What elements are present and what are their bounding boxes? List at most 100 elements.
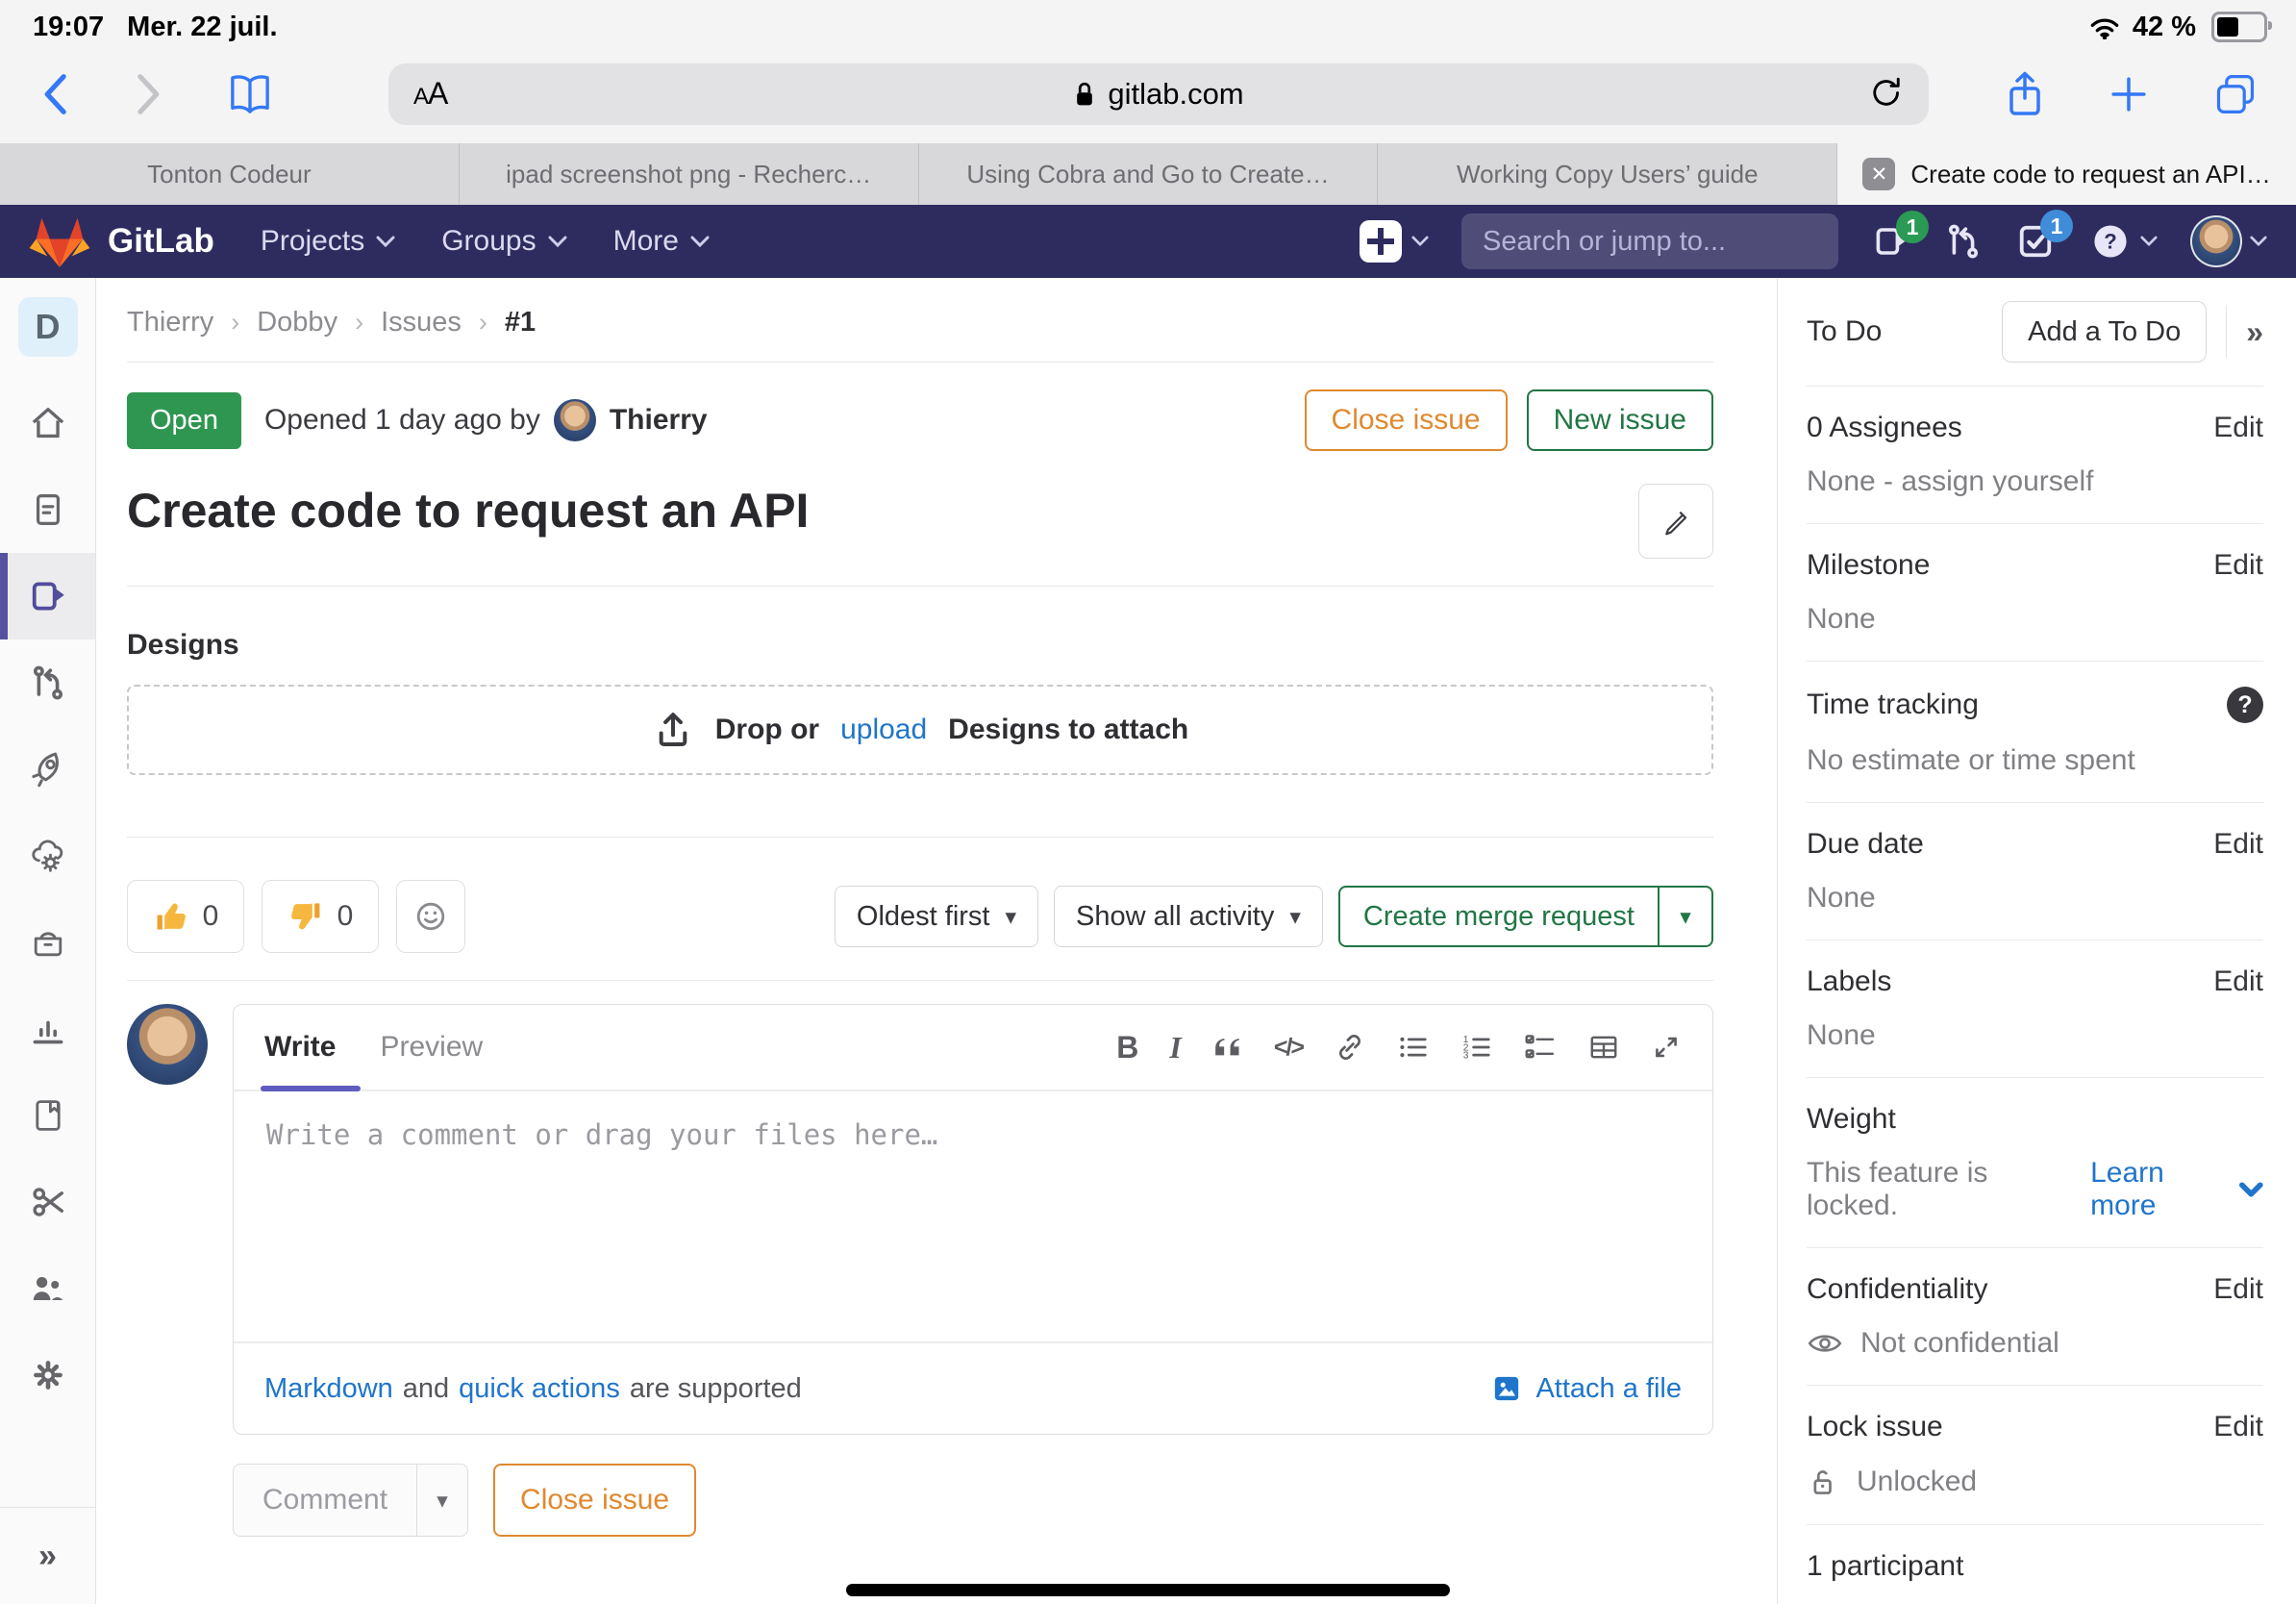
author-avatar[interactable] [554, 399, 596, 441]
add-todo-button[interactable]: Add a To Do [2002, 301, 2207, 363]
reload-button[interactable] [1869, 75, 1904, 113]
author-name[interactable]: Thierry [610, 404, 708, 437]
todos-count-badge: 1 [2040, 210, 2073, 242]
numbered-list-button[interactable]: 123 [1460, 1031, 1493, 1064]
activity-filter-dropdown[interactable]: Show all activity ▾ [1054, 886, 1323, 947]
link-button[interactable] [1334, 1031, 1366, 1064]
address-bar[interactable]: AA gitlab.com [388, 63, 1929, 125]
menu-projects[interactable]: Projects [261, 225, 395, 258]
create-merge-request-button[interactable]: Create merge request [1340, 888, 1658, 945]
new-issue-button[interactable]: New issue [1527, 389, 1713, 451]
current-user-avatar [127, 1004, 208, 1085]
sidebar-item-analytics[interactable] [0, 986, 95, 1072]
task-list-button[interactable] [1524, 1031, 1557, 1064]
fullscreen-button[interactable] [1651, 1032, 1682, 1063]
tabs-overview-button[interactable] [2213, 72, 2258, 116]
global-search[interactable] [1461, 213, 1838, 269]
forward-button[interactable] [133, 72, 165, 116]
create-merge-request-caret[interactable]: ▾ [1658, 888, 1711, 945]
menu-more[interactable]: More [613, 225, 710, 258]
edit-title-button[interactable] [1638, 484, 1713, 559]
svg-text:3: 3 [1463, 1051, 1469, 1062]
breadcrumb-issues[interactable]: Issues [381, 307, 462, 338]
tab-tonton-codeur[interactable]: Tonton Codeur [0, 143, 460, 205]
time-tracking-title: Time tracking [1807, 689, 1979, 721]
bullet-list-button[interactable] [1397, 1031, 1430, 1064]
thumbs-up-button[interactable]: 0 [127, 880, 244, 953]
help-circle-icon[interactable]: ? [2227, 687, 2263, 723]
reader-button[interactable]: AA [413, 76, 447, 112]
menu-groups[interactable]: Groups [441, 225, 566, 258]
sidebar-item-snippets[interactable] [0, 1159, 95, 1245]
milestone-section: Milestone Edit None [1807, 523, 2263, 661]
tab-cobra-go[interactable]: Using Cobra and Go to Create… [919, 143, 1379, 205]
quick-actions-link[interactable]: quick actions [459, 1373, 620, 1405]
todos-nav-button[interactable]: 1 [2015, 221, 2056, 262]
new-menu-button[interactable] [1360, 220, 1429, 263]
sort-dropdown[interactable]: Oldest first ▾ [835, 886, 1038, 947]
help-button[interactable]: ? [2088, 219, 2158, 263]
sidebar-item-repository[interactable] [0, 466, 95, 553]
milestone-edit-button[interactable]: Edit [2213, 549, 2263, 582]
browser-toolbar: AA gitlab.com [0, 44, 2296, 143]
breadcrumb-group[interactable]: Thierry [127, 307, 213, 338]
designs-dropzone[interactable]: Drop or upload Designs to attach [127, 685, 1713, 775]
sidebar-item-issues[interactable] [0, 553, 95, 639]
new-tab-button[interactable] [2108, 73, 2150, 115]
assignees-value[interactable]: None - assign yourself [1807, 465, 2263, 498]
thumbs-down-button[interactable]: 0 [262, 880, 379, 953]
due-date-edit-button[interactable]: Edit [2213, 828, 2263, 861]
home-indicator[interactable] [846, 1584, 1450, 1596]
upload-designs-link[interactable]: upload [840, 714, 927, 746]
quote-button[interactable] [1212, 1032, 1243, 1063]
code-button[interactable]: </> [1274, 1034, 1303, 1062]
project-avatar[interactable]: D [18, 297, 78, 357]
sidebar-item-packages[interactable] [0, 899, 95, 986]
tab-working-copy[interactable]: Working Copy Users’ guide [1378, 143, 1837, 205]
breadcrumb-project[interactable]: Dobby [257, 307, 337, 338]
learn-more-link[interactable]: Learn more [2090, 1157, 2263, 1222]
merge-requests-nav-button[interactable] [1944, 221, 1983, 262]
attach-file-button[interactable]: Attach a file [1491, 1373, 1682, 1405]
add-emoji-button[interactable] [396, 880, 465, 953]
comment-button[interactable]: Comment [234, 1465, 416, 1536]
back-button[interactable] [38, 72, 71, 116]
share-button[interactable] [2006, 69, 2044, 119]
confidentiality-edit-button[interactable]: Edit [2213, 1273, 2263, 1306]
bold-button[interactable]: B [1116, 1030, 1138, 1065]
close-issue-button[interactable]: Close issue [1305, 389, 1508, 451]
sidebar-item-operations[interactable] [0, 813, 95, 899]
date: Mer. 22 juil. [127, 12, 277, 43]
participants-title: 1 participant [1807, 1550, 1963, 1583]
tab-active-issue[interactable]: ✕ Create code to request an API… [1837, 143, 2296, 205]
sidebar-item-ci-cd[interactable] [0, 726, 95, 813]
gitlab-logo[interactable]: GitLab [29, 213, 214, 270]
assignees-edit-button[interactable]: Edit [2213, 412, 2263, 444]
write-tab[interactable]: Write [264, 1005, 336, 1090]
search-input[interactable] [1481, 225, 1847, 259]
sidebar-item-wiki[interactable] [0, 1072, 95, 1159]
chevron-down-icon: ▾ [1289, 904, 1301, 930]
sidebar-item-merge-requests[interactable] [0, 639, 95, 726]
tab-ipad-screenshot[interactable]: ipad screenshot png - Recherc… [460, 143, 919, 205]
italic-button[interactable]: I [1169, 1030, 1181, 1065]
collapse-sidebar-button[interactable]: » [0, 1507, 95, 1604]
comment-button-caret[interactable]: ▾ [416, 1465, 467, 1536]
user-menu-button[interactable] [2190, 215, 2267, 267]
close-tab-icon[interactable]: ✕ [1862, 158, 1895, 190]
close-issue-bottom-button[interactable]: Close issue [493, 1464, 696, 1537]
comment-textarea[interactable] [264, 1116, 1682, 1316]
battery-icon [2211, 12, 2267, 42]
labels-edit-button[interactable]: Edit [2213, 965, 2263, 998]
bookmarks-icon[interactable] [227, 74, 273, 114]
markdown-link[interactable]: Markdown [264, 1373, 393, 1405]
preview-tab[interactable]: Preview [380, 1005, 483, 1090]
sidebar-item-project-overview[interactable] [0, 380, 95, 466]
sidebar-item-settings[interactable] [0, 1332, 95, 1418]
table-button[interactable] [1587, 1031, 1620, 1064]
sidebar-item-members[interactable] [0, 1245, 95, 1332]
lock-issue-edit-button[interactable]: Edit [2213, 1411, 2263, 1443]
unlock-icon [1807, 1465, 1839, 1499]
collapse-issue-sidebar-button[interactable]: » [2226, 305, 2263, 359]
issues-nav-button[interactable]: 1 [1871, 222, 1911, 261]
